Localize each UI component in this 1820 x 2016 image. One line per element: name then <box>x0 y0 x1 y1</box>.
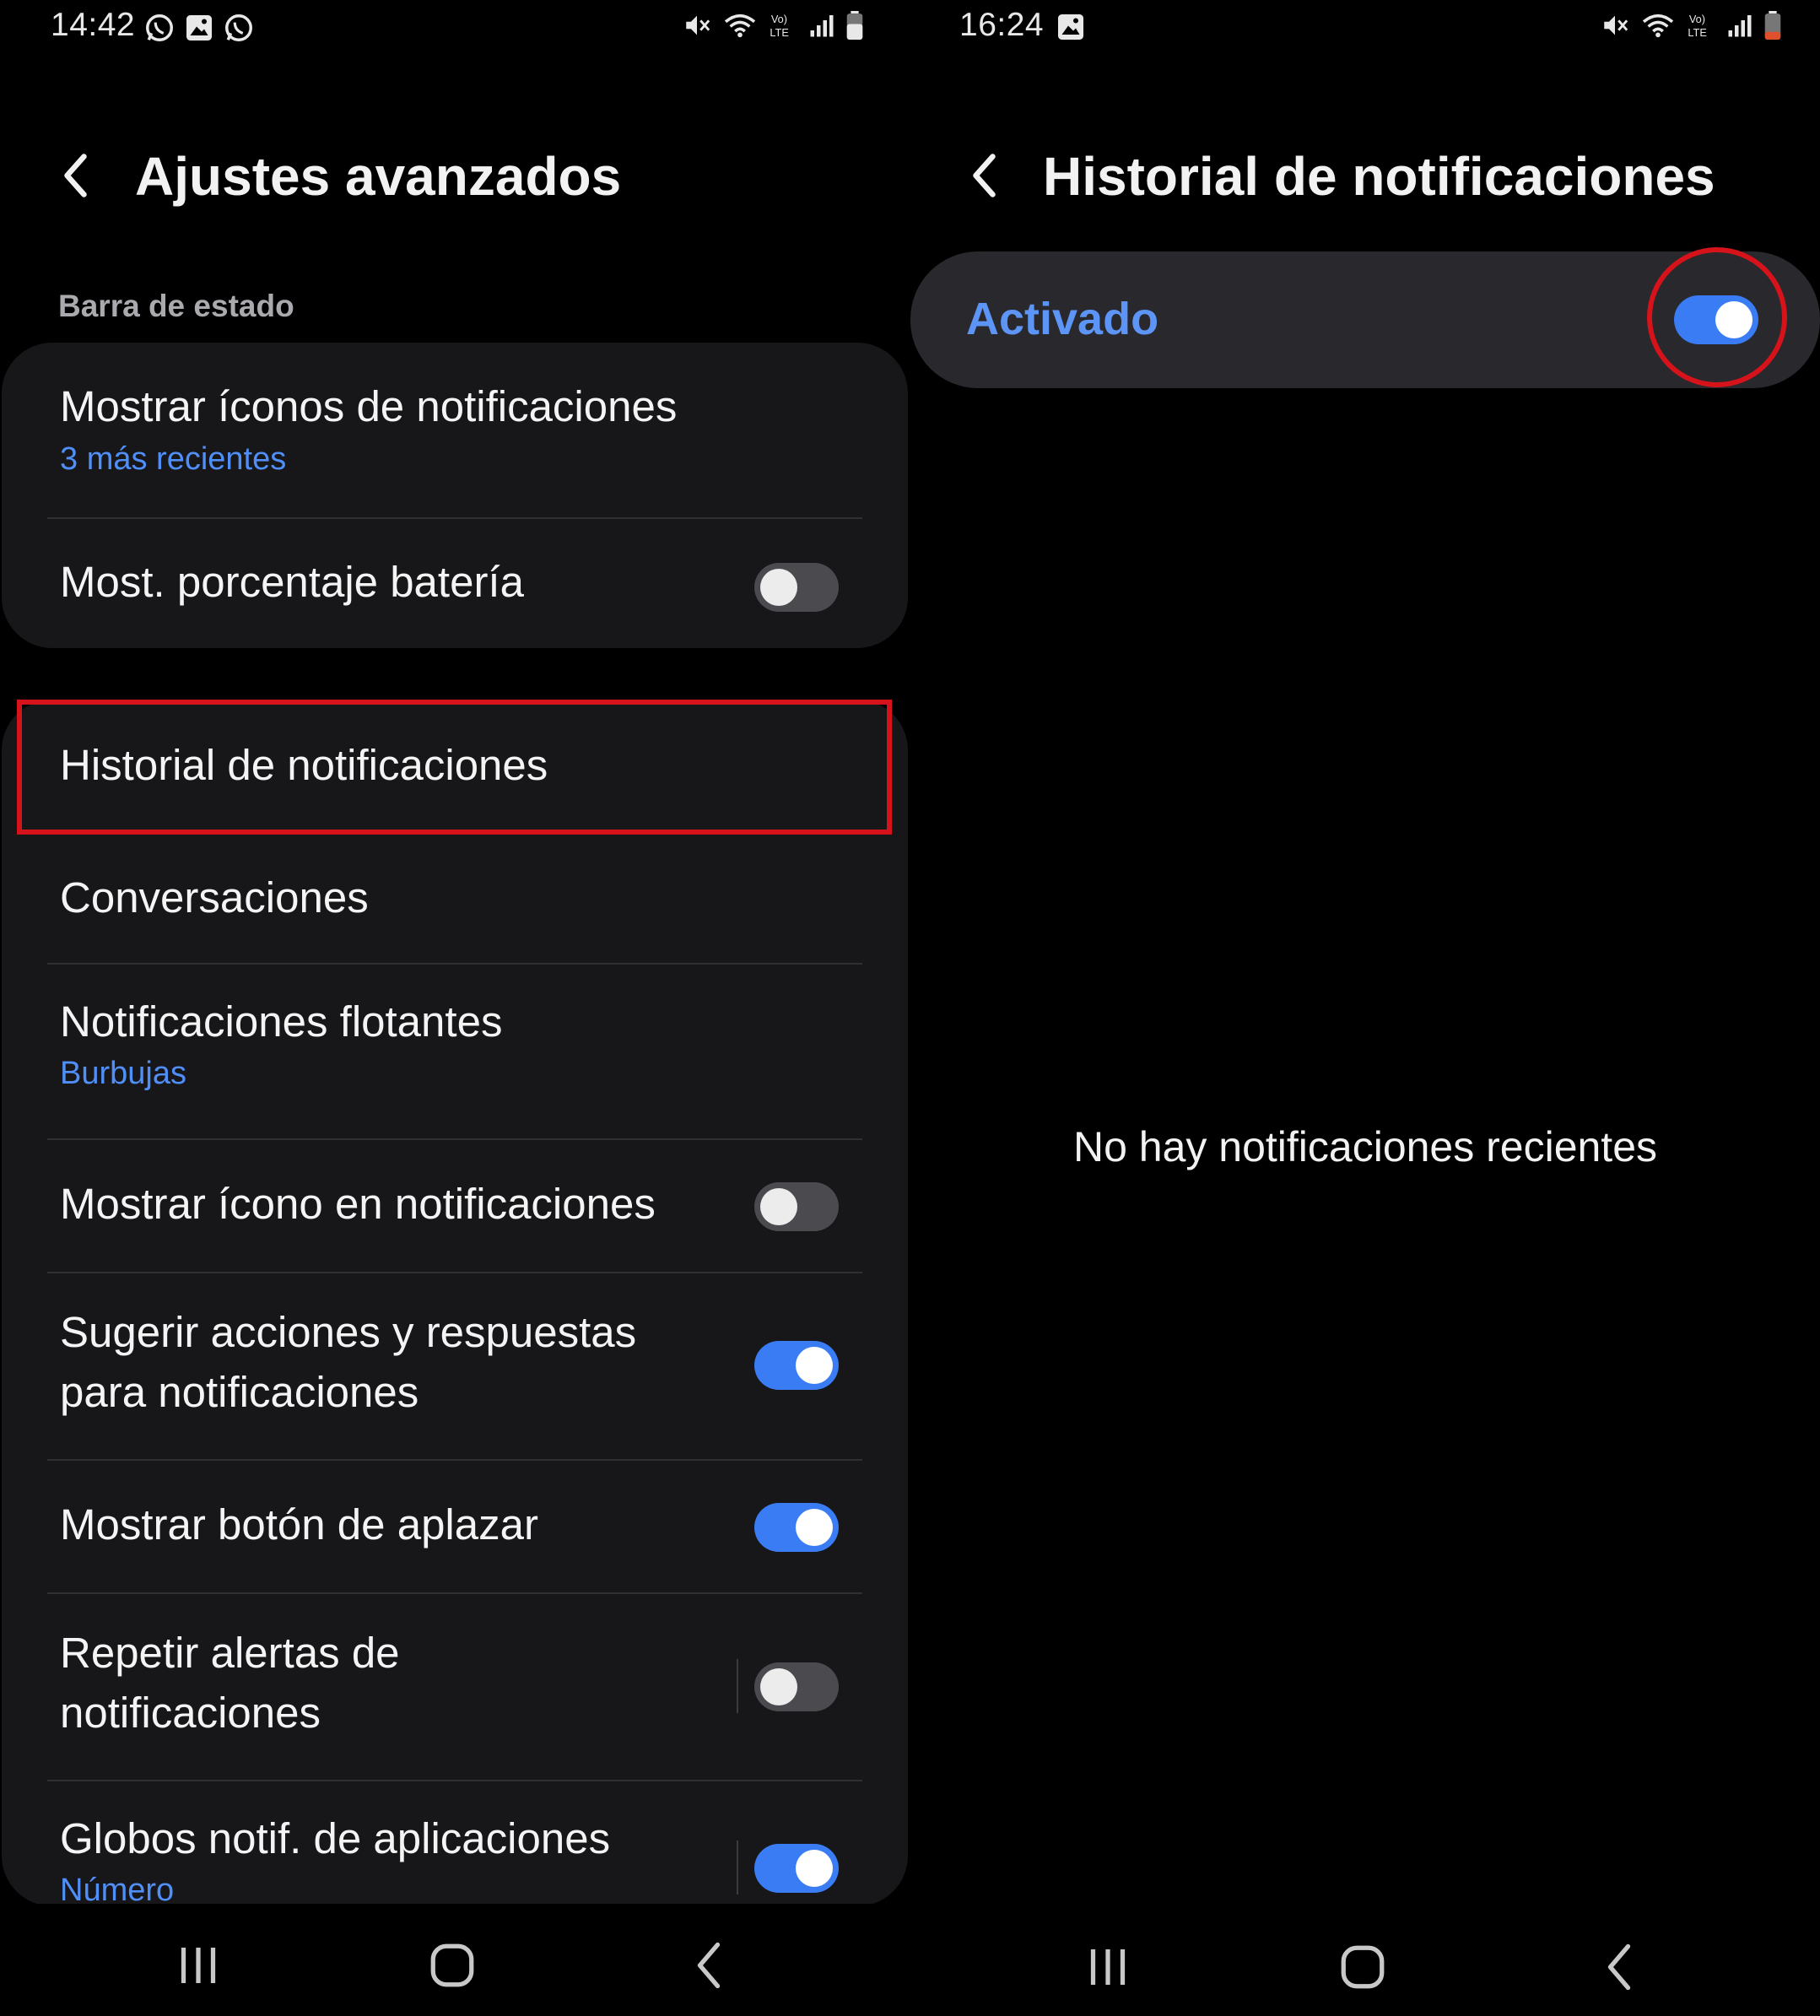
app-badges-toggle[interactable] <box>754 1844 839 1893</box>
show-icon-toggle[interactable] <box>754 1182 839 1231</box>
suggest-actions-toggle[interactable] <box>754 1341 839 1390</box>
list-item-repeat-alerts[interactable]: Repetir alertas de notificaciones <box>2 1594 908 1780</box>
row-title: Mostrar ícono en notificaciones <box>60 1180 656 1228</box>
page-title: Historial de notificaciones <box>1043 146 1715 207</box>
home-icon[interactable] <box>419 1936 486 1995</box>
battery-icon <box>1764 11 1781 40</box>
list-item-show-icon[interactable]: Mostrar ícono en notificaciones <box>2 1140 908 1272</box>
row-title: Conversaciones <box>60 873 369 922</box>
notification-icons <box>143 12 255 44</box>
master-switch-label: Activado <box>966 294 1159 344</box>
system-status-icons: Vo) LTE <box>1601 10 1781 41</box>
notification-icons <box>1056 12 1086 42</box>
empty-state-message: No hay notificaciones recientes <box>1072 1123 1658 1170</box>
svg-text:Vo): Vo) <box>1689 13 1705 25</box>
repeat-alerts-toggle[interactable] <box>754 1662 839 1711</box>
row-title-line2: para notificaciones <box>60 1368 419 1416</box>
svg-text:Vo): Vo) <box>771 13 787 25</box>
svg-text:LTE: LTE <box>770 26 788 39</box>
back-arrow-icon[interactable] <box>52 150 103 201</box>
section-label: Barra de estado <box>58 289 294 323</box>
signal-icon <box>1728 15 1752 37</box>
back-arrow-icon[interactable] <box>961 150 1012 201</box>
row-subtitle: Número <box>60 1873 175 1906</box>
toggle-knob <box>796 1509 833 1546</box>
row-subtitle: 3 más recientes <box>60 441 287 477</box>
mute-icon <box>1604 15 1628 35</box>
navigation-bar <box>0 1904 910 2016</box>
gallery-icon <box>186 15 212 41</box>
highlight-circle <box>1647 247 1787 387</box>
system-status-icons: Vo) LTE <box>683 10 863 41</box>
snooze-button-toggle[interactable] <box>754 1503 839 1552</box>
toggle-knob <box>796 1850 833 1887</box>
navigation-bar <box>910 1904 1820 2016</box>
list-item-floating-notifications[interactable]: Notificaciones flotantes Burbujas <box>2 965 908 1138</box>
status-time: 16:24 <box>959 7 1045 43</box>
battery-icon <box>846 11 863 40</box>
back-nav-icon[interactable] <box>675 1936 743 1995</box>
list-item-suggest-actions[interactable]: Sugerir acciones y respuestas para notif… <box>2 1273 908 1459</box>
whatsapp-icon <box>146 14 173 41</box>
volte-icon: Vo)LTE <box>770 13 788 39</box>
row-subtitle: Burbujas <box>60 1056 186 1091</box>
list-item-battery-percentage[interactable]: Most. porcentaje batería <box>2 519 908 648</box>
row-title: Globos notif. de aplicaciones <box>60 1814 611 1862</box>
recents-icon[interactable] <box>165 1936 232 1995</box>
list-item-conversations[interactable]: Conversaciones <box>2 835 908 963</box>
status-bar-settings-card: Mostrar íconos de notificaciones 3 más r… <box>2 343 908 648</box>
page-header: Historial de notificaciones <box>910 127 1820 228</box>
recents-icon[interactable] <box>1074 1938 1142 1997</box>
row-title: Notificaciones flotantes <box>60 997 503 1046</box>
row-title: Mostrar botón de aplazar <box>60 1500 538 1548</box>
page-header: Ajustes avanzados <box>0 127 910 228</box>
row-title-line2: notificaciones <box>60 1689 321 1737</box>
volte-icon: Vo)LTE <box>1688 13 1706 39</box>
row-title-line1: Repetir alertas de <box>60 1629 400 1677</box>
wifi-icon <box>1642 14 1674 38</box>
whatsapp-icon <box>225 14 252 41</box>
svg-text:LTE: LTE <box>1688 26 1706 39</box>
notification-settings-card: Historial de notificaciones Conversacion… <box>2 700 908 1906</box>
status-bar: 14:42 Vo) LTE <box>0 0 910 59</box>
signal-icon <box>810 15 834 37</box>
toggle-knob <box>760 1668 797 1705</box>
back-nav-icon[interactable] <box>1585 1938 1653 1997</box>
left-screen: 14:42 Vo) LTE Ajustes avanzados Barra de … <box>0 0 910 2016</box>
status-bar: 16:24 Vo) LTE <box>910 0 1820 59</box>
row-title: Most. porcentaje batería <box>60 558 524 606</box>
mute-icon <box>686 15 710 35</box>
status-time: 14:42 <box>51 7 136 43</box>
right-screen: 16:24 Vo) LTE Historial de notificaciones… <box>910 0 1820 2016</box>
highlight-box <box>17 700 892 835</box>
gallery-icon <box>1058 14 1083 40</box>
home-icon[interactable] <box>1329 1938 1396 1997</box>
toggle-knob <box>760 1188 797 1225</box>
toggle-knob <box>796 1347 833 1384</box>
toggle-knob <box>760 569 797 606</box>
list-item-snooze-button[interactable]: Mostrar botón de aplazar <box>2 1461 908 1592</box>
list-item-app-badges[interactable]: Globos notif. de aplicaciones Número <box>2 1781 908 1906</box>
vertical-separator <box>737 1840 738 1894</box>
list-item-notification-icons[interactable]: Mostrar íconos de notificaciones 3 más r… <box>2 343 908 517</box>
row-title: Mostrar íconos de notificaciones <box>60 382 678 430</box>
page-title: Ajustes avanzados <box>135 146 622 207</box>
vertical-separator <box>737 1659 738 1713</box>
row-title-line1: Sugerir acciones y respuestas <box>60 1308 637 1356</box>
battery-percentage-toggle[interactable] <box>754 563 839 612</box>
wifi-icon <box>724 14 756 38</box>
